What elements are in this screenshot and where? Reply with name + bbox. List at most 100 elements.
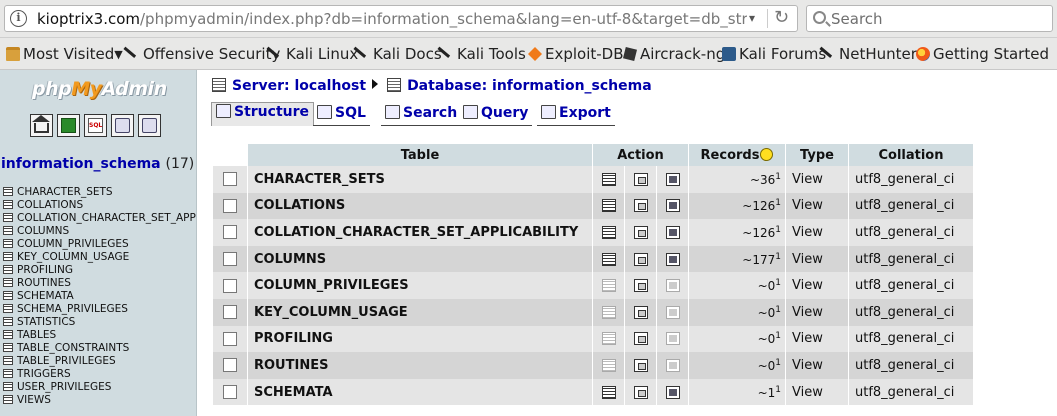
help-icon[interactable]	[760, 147, 774, 161]
bookmark-nethunter[interactable]: NetHunter	[822, 45, 917, 63]
sidebar-table-item[interactable]: TRIGGERS	[3, 368, 196, 381]
bookmark-getting-started[interactable]: Getting Started	[916, 45, 1049, 63]
table-icon[interactable]	[3, 317, 13, 326]
browse-icon[interactable]	[601, 305, 616, 319]
table-icon[interactable]	[3, 252, 13, 261]
bookmark-offensive-security[interactable]: Offensive Security	[126, 45, 280, 63]
bookmark-aircrack-ng[interactable]: Aircrack-ng	[623, 45, 725, 63]
tab-search[interactable]: Search	[381, 104, 462, 126]
row-table-name[interactable]: COLLATION_CHARACTER_SET_APPLICABILITY	[248, 219, 592, 246]
search-icon[interactable]	[665, 172, 680, 186]
sidebar-table-item[interactable]: ROUTINES	[3, 277, 196, 290]
reload-icon[interactable]: ↻	[774, 7, 789, 28]
row-checkbox[interactable]	[223, 252, 237, 267]
breadcrumb-server[interactable]: Server: localhost	[232, 78, 366, 94]
row-checkbox[interactable]	[223, 278, 237, 293]
row-table-name[interactable]: COLUMNS	[248, 245, 592, 273]
structure-icon[interactable]	[633, 385, 648, 399]
bookmark-exploit-db[interactable]: Exploit-DB	[528, 45, 624, 63]
structure-icon[interactable]	[633, 252, 648, 266]
table-icon[interactable]	[3, 226, 13, 235]
browse-icon[interactable]	[601, 225, 616, 239]
row-checkbox[interactable]	[223, 198, 237, 213]
table-icon[interactable]	[3, 395, 13, 404]
bookmark-most-visited[interactable]: Most Visited▼	[6, 45, 123, 63]
mysql-docs-button[interactable]	[138, 114, 161, 137]
row-checkbox[interactable]	[223, 172, 237, 187]
search-icon[interactable]	[665, 279, 680, 293]
bookmark-kali-tools[interactable]: Kali Tools	[440, 45, 526, 63]
bookmark-kali-linux[interactable]: Kali Linux	[269, 45, 358, 63]
sidebar-table-item[interactable]: VIEWS	[3, 394, 196, 407]
row-checkbox[interactable]	[223, 225, 237, 240]
sidebar-table-item[interactable]: SCHEMATA	[3, 290, 196, 303]
sidebar-table-item[interactable]: SCHEMA_PRIVILEGES	[3, 303, 196, 316]
query-window-button[interactable]: SQL	[84, 114, 107, 137]
sidebar-table-item[interactable]: TABLE_PRIVILEGES	[3, 355, 196, 368]
table-icon[interactable]	[3, 278, 13, 287]
row-checkbox[interactable]	[223, 305, 237, 320]
row-table-name[interactable]: CHARACTER_SETS	[248, 166, 592, 193]
tab-query[interactable]: Query	[459, 104, 533, 126]
search-icon[interactable]	[665, 199, 680, 213]
table-icon[interactable]	[3, 304, 13, 313]
table-icon[interactable]	[3, 265, 13, 274]
sidebar-table-item[interactable]: KEY_COLUMN_USAGE	[3, 251, 196, 264]
browse-icon[interactable]	[601, 252, 616, 266]
structure-icon[interactable]	[633, 358, 648, 372]
bookmark-kali-forums[interactable]: Kali Forums	[722, 45, 826, 63]
row-checkbox[interactable]	[223, 385, 237, 400]
row-checkbox[interactable]	[223, 358, 237, 373]
search-icon[interactable]	[665, 252, 680, 266]
browse-icon[interactable]	[601, 358, 616, 372]
sidebar-table-item[interactable]: TABLE_CONSTRAINTS	[3, 342, 196, 355]
documentation-button[interactable]	[111, 114, 134, 137]
row-checkbox[interactable]	[223, 331, 237, 346]
structure-icon[interactable]	[633, 199, 648, 213]
table-icon[interactable]	[3, 239, 13, 248]
structure-icon[interactable]	[633, 305, 648, 319]
logout-button[interactable]	[57, 114, 80, 137]
browser-search-box[interactable]	[806, 5, 1053, 32]
search-icon[interactable]	[665, 332, 680, 346]
browse-icon[interactable]	[601, 332, 616, 346]
table-icon[interactable]	[3, 200, 13, 209]
row-table-name[interactable]: ROUTINES	[248, 352, 592, 379]
tab-structure[interactable]: Structure	[211, 102, 315, 126]
table-icon[interactable]	[3, 382, 13, 391]
search-icon[interactable]	[665, 225, 680, 239]
table-icon[interactable]	[3, 369, 13, 378]
row-table-name[interactable]: KEY_COLUMN_USAGE	[248, 298, 592, 326]
sidebar-table-item[interactable]: TABLES	[3, 329, 196, 342]
structure-icon[interactable]	[633, 279, 648, 293]
table-icon[interactable]	[3, 291, 13, 300]
table-icon[interactable]	[3, 213, 13, 222]
sidebar-table-item[interactable]: STATISTICS	[3, 316, 196, 329]
structure-icon[interactable]	[633, 332, 648, 346]
browse-icon[interactable]	[601, 199, 616, 213]
tab-export[interactable]: Export	[537, 104, 615, 126]
row-table-name[interactable]: PROFILING	[248, 325, 592, 353]
breadcrumb-database[interactable]: Database: information_schema	[407, 78, 652, 94]
bookmark-kali-docs[interactable]: Kali Docs	[356, 45, 442, 63]
table-icon[interactable]	[3, 330, 13, 339]
sidebar-table-item[interactable]: COLLATIONS	[3, 199, 196, 212]
phpmyadmin-logo[interactable]: phpMyAdmin	[32, 78, 167, 100]
header-table[interactable]: Table	[248, 144, 592, 166]
search-icon[interactable]	[665, 358, 680, 372]
table-icon[interactable]	[3, 356, 13, 365]
row-table-name[interactable]: COLLATIONS	[248, 192, 592, 220]
tab-sql[interactable]: SQL	[313, 104, 370, 126]
row-table-name[interactable]: SCHEMATA	[248, 378, 592, 406]
site-info-icon[interactable]: i	[10, 10, 27, 27]
home-button[interactable]	[30, 114, 53, 137]
address-bar[interactable]: i kioptrix3.com/phpmyadmin/index.php?db=…	[4, 5, 798, 32]
structure-icon[interactable]	[633, 172, 648, 186]
url-dropdown-icon[interactable]: ▾	[749, 11, 755, 25]
sidebar-table-item[interactable]: USER_PRIVILEGES	[3, 381, 196, 394]
sidebar-table-item[interactable]: PROFILING	[3, 264, 196, 277]
structure-icon[interactable]	[633, 225, 648, 239]
sidebar-table-item[interactable]: COLUMNS	[3, 225, 196, 238]
table-icon[interactable]	[3, 187, 13, 196]
sidebar-table-item[interactable]: COLLATION_CHARACTER_SET_APPLICABILITY	[3, 212, 196, 225]
